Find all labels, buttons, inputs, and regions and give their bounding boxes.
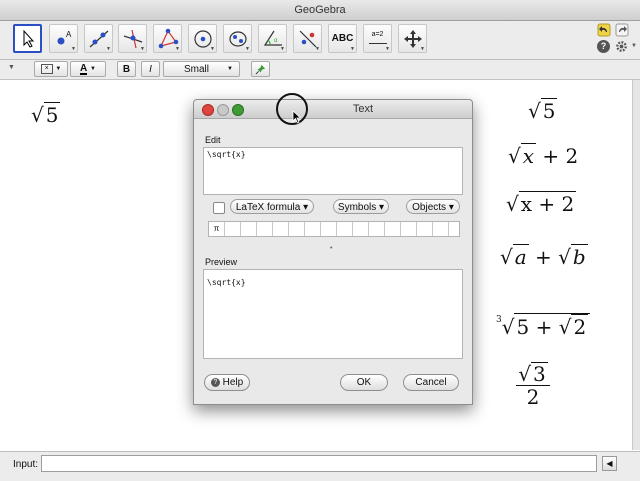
toolbar: A ▼ ▼ ▼ ▼ ▼ ▼ α ▼ ▼ ABC ▼ a=2 ▼ ▼ ? ▼ — [0, 21, 640, 60]
move-view-tool-button[interactable]: ▼ — [398, 24, 427, 53]
text-sqrt-5-left[interactable]: √ 5 — [31, 102, 61, 127]
text-sqrt-5[interactable]: √ 5 — [528, 98, 558, 123]
conic-tool-button[interactable]: ▼ — [223, 24, 252, 53]
symbol-quick-bar: π — [208, 221, 460, 237]
move-tool-icon — [23, 29, 34, 48]
latex-formula-dropdown[interactable]: LaTeX formula ▾ — [230, 199, 314, 214]
svg-text:α: α — [274, 38, 278, 44]
window-title-bar: GeoGebra — [0, 0, 640, 21]
symbol-slot[interactable] — [417, 222, 433, 236]
input-label: Input: — [13, 459, 39, 470]
zoom-window-button[interactable] — [232, 104, 244, 116]
symbol-slot[interactable] — [401, 222, 417, 236]
settings-dropdown-arrow-icon[interactable]: ▼ — [631, 43, 637, 49]
minimize-window-button[interactable] — [217, 104, 229, 116]
symbol-slot[interactable] — [369, 222, 385, 236]
ok-button[interactable]: OK — [340, 374, 388, 391]
graphics-right-scrollbar[interactable] — [632, 80, 640, 450]
text-dialog: Text Edit \sqrt{x} LaTeX formula ▾ Symbo… — [193, 99, 473, 405]
label-style-button[interactable]: × ▼ — [34, 61, 68, 77]
symbol-slot[interactable] — [353, 222, 369, 236]
collapse-stylebar-icon[interactable]: ▼ — [8, 64, 15, 71]
perpendicular-tool-button[interactable]: ▼ — [118, 24, 147, 53]
input-field[interactable] — [41, 455, 597, 472]
text-cube-root[interactable]: 3√ 5 + √ 2 — [496, 313, 591, 339]
symbol-slot[interactable] — [257, 222, 273, 236]
text-color-button[interactable]: A ▼ — [70, 61, 106, 77]
cancel-button[interactable]: Cancel — [403, 374, 459, 391]
symbols-dropdown[interactable]: Symbols ▾ — [333, 199, 389, 214]
text-tool-button[interactable]: ABC ▼ — [328, 24, 357, 53]
dialog-title: Text — [352, 103, 374, 115]
window-title: GeoGebra — [294, 4, 346, 16]
point-tool-button[interactable]: A ▼ — [49, 24, 78, 53]
move-tool-button[interactable] — [13, 24, 42, 53]
symbol-slot[interactable] — [289, 222, 305, 236]
split-pane-handle[interactable]: • — [330, 245, 332, 252]
help-icon[interactable]: ? — [597, 40, 610, 53]
objects-dropdown[interactable]: Objects ▾ — [406, 199, 460, 214]
edit-text-value: \sqrt{x} — [207, 150, 246, 159]
latex-checkbox[interactable] — [213, 202, 225, 214]
help-circle-icon: ? — [210, 377, 220, 387]
undo-icon — [597, 23, 611, 37]
text-color-icon: A — [80, 62, 88, 75]
preview-panel: \sqrt{x} — [203, 269, 463, 359]
style-bar: ▼ × ▼ A ▼ B I Small ▼ — [0, 60, 640, 80]
symbol-slot[interactable] — [337, 222, 353, 236]
text-sqrt-of-x-plus-2[interactable]: √ x + 2 — [506, 191, 577, 216]
symbol-slot[interactable] — [241, 222, 257, 236]
symbol-pi-button[interactable]: π — [209, 222, 225, 236]
reflect-tool-button[interactable]: ▼ — [293, 24, 322, 53]
fix-object-button[interactable] — [251, 61, 270, 77]
text-size-select[interactable]: Small ▼ — [163, 61, 240, 77]
redo-icon — [615, 23, 629, 37]
circle-tool-button[interactable]: ▼ — [188, 24, 217, 53]
svg-text:A: A — [66, 30, 72, 39]
angle-tool-button[interactable]: α ▼ — [258, 24, 287, 53]
symbol-slot[interactable] — [305, 222, 321, 236]
polygon-tool-button[interactable]: ▼ — [153, 24, 182, 53]
undo-button[interactable] — [597, 23, 611, 37]
input-help-button[interactable]: ◀ — [602, 456, 617, 471]
pin-icon — [255, 64, 266, 74]
text-sqrt-x-plus-2[interactable]: √ x + 2 — [508, 143, 578, 168]
slider-tool-button[interactable]: a=2 ▼ — [363, 24, 392, 53]
text-sqrt-a-plus-sqrt-b[interactable]: √ a + √ b — [500, 244, 588, 269]
symbol-slot[interactable] — [385, 222, 401, 236]
symbol-slot[interactable] — [321, 222, 337, 236]
close-window-button[interactable] — [202, 104, 214, 116]
symbol-slot[interactable] — [433, 222, 449, 236]
settings-button[interactable] — [615, 40, 628, 53]
label-style-icon: × — [40, 64, 53, 74]
mouse-pointer-icon — [292, 110, 302, 124]
text-tool-icon: ABC — [331, 33, 354, 44]
redo-button[interactable] — [615, 23, 629, 37]
text-size-value: Small — [184, 63, 210, 75]
line-tool-button[interactable]: ▼ — [84, 24, 113, 53]
triangle-left-icon: ◀ — [606, 459, 613, 468]
preview-text-value: \sqrt{x} — [207, 278, 246, 287]
gear-icon — [616, 41, 627, 52]
edit-textarea[interactable]: \sqrt{x} — [203, 147, 463, 195]
bold-button[interactable]: B — [117, 61, 136, 77]
slider-tool-icon: a=2 — [368, 31, 387, 47]
symbol-slot[interactable] — [273, 222, 289, 236]
help-button[interactable]: ? Help — [204, 374, 250, 391]
italic-button[interactable]: I — [141, 61, 160, 77]
text-fraction-sqrt3-over-2[interactable]: √ 3 2 — [516, 362, 550, 408]
edit-label: Edit — [205, 135, 221, 145]
preview-label: Preview — [205, 257, 238, 267]
symbol-slot[interactable] — [225, 222, 241, 236]
